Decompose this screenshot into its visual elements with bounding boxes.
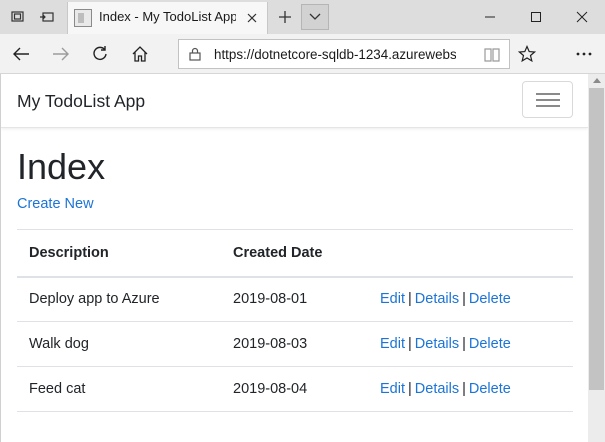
active-tab[interactable]: Index - My TodoList App xyxy=(67,2,268,34)
new-tab-button[interactable] xyxy=(273,5,297,29)
site-brand-link[interactable]: My TodoList App xyxy=(17,91,145,112)
lock-icon xyxy=(189,47,201,61)
tabs-preview-button[interactable] xyxy=(35,5,59,29)
edit-link[interactable]: Edit xyxy=(380,381,405,397)
details-link[interactable]: Details xyxy=(415,381,459,397)
close-window-icon xyxy=(576,11,588,23)
navbar-toggle-button[interactable] xyxy=(522,81,573,118)
action-separator: | xyxy=(462,291,466,308)
favorites-star-icon xyxy=(518,45,536,63)
refresh-icon xyxy=(93,46,107,60)
row-actions: Edit | Details | Delete xyxy=(368,276,573,322)
address-bar[interactable]: https://dotnetcore-sqldb-1234.azurewebsi… xyxy=(178,39,510,69)
table-row: Feed cat 2019-08-04 Edit | Details | Delete xyxy=(17,366,573,412)
todo-created-date: 2019-08-04 xyxy=(221,366,368,412)
refresh-button[interactable] xyxy=(86,40,114,68)
edit-link[interactable]: Edit xyxy=(380,291,405,307)
table-row: Deploy app to Azure 2019-08-01 Edit | Deta… xyxy=(17,276,573,322)
home-icon xyxy=(132,46,148,62)
tabs-aside-button[interactable] xyxy=(6,5,30,29)
site-navbar: My TodoList App xyxy=(1,74,588,128)
tab-strip: Index - My TodoList App xyxy=(0,0,605,34)
todo-created-date: 2019-08-01 xyxy=(221,276,368,322)
forward-icon xyxy=(53,47,69,61)
tab-title: Index - My TodoList App xyxy=(99,9,236,24)
maximize-icon xyxy=(531,12,541,22)
todo-description: Walk dog xyxy=(17,321,221,367)
row-actions: Edit | Details | Delete xyxy=(368,366,573,412)
scroll-up-arrow-icon[interactable] xyxy=(593,78,601,83)
tab-list-button[interactable] xyxy=(301,4,329,30)
url-text[interactable]: https://dotnetcore-sqldb-1234.azurewebsi… xyxy=(214,47,456,62)
details-link[interactable]: Details xyxy=(415,291,459,307)
delete-link[interactable]: Delete xyxy=(469,291,511,307)
todo-description: Deploy app to Azure xyxy=(17,276,221,322)
todo-created-date: 2019-08-03 xyxy=(221,321,368,367)
action-separator: | xyxy=(462,336,466,352)
reading-view-icon[interactable] xyxy=(483,46,501,64)
vertical-scrollbar[interactable] xyxy=(588,74,605,442)
edit-link[interactable]: Edit xyxy=(380,336,405,352)
table-header-row: Description Created Date xyxy=(17,229,573,278)
table-row: Walk dog 2019-08-03 Edit | Details | Delete xyxy=(17,321,573,367)
action-separator: | xyxy=(408,381,412,397)
minimize-button[interactable] xyxy=(467,0,513,34)
forward-button[interactable] xyxy=(47,40,75,68)
column-header-actions xyxy=(368,229,573,278)
action-separator: | xyxy=(408,291,412,308)
tab-set-aside-icon xyxy=(11,11,24,22)
row-actions: Edit | Details | Delete xyxy=(368,321,573,367)
more-button[interactable] xyxy=(570,40,598,68)
details-link[interactable]: Details xyxy=(415,336,459,352)
maximize-button[interactable] xyxy=(513,0,559,34)
tabs-preview-icon xyxy=(40,12,54,22)
page-viewport: My TodoList App Index Create New Descrip… xyxy=(0,74,588,442)
page-title: Index xyxy=(17,146,106,187)
minimize-icon xyxy=(485,16,495,18)
more-icon xyxy=(576,52,592,56)
column-header-description: Description xyxy=(17,229,221,278)
tab-list-chevron-icon xyxy=(309,13,321,20)
browser-toolbar: https://dotnetcore-sqldb-1234.azurewebsi… xyxy=(0,34,605,74)
close-tab-button[interactable] xyxy=(243,9,261,27)
home-button[interactable] xyxy=(126,40,154,68)
back-button[interactable] xyxy=(7,40,35,68)
delete-link[interactable]: Delete xyxy=(469,381,511,397)
create-new-link[interactable]: Create New xyxy=(17,196,94,212)
favorites-button[interactable] xyxy=(513,40,541,68)
todo-description: Feed cat xyxy=(17,366,221,412)
close-window-button[interactable] xyxy=(559,0,605,34)
back-icon xyxy=(13,47,29,61)
column-header-created-date: Created Date xyxy=(221,229,368,278)
action-separator: | xyxy=(408,336,412,352)
scrollbar-thumb[interactable] xyxy=(589,88,604,390)
todo-table: Description Created Date Deploy app to A… xyxy=(17,229,573,412)
new-tab-icon xyxy=(279,11,291,23)
close-tab-icon xyxy=(247,13,257,23)
action-separator: | xyxy=(462,381,466,397)
delete-link[interactable]: Delete xyxy=(469,336,511,352)
page-favicon xyxy=(74,9,92,27)
